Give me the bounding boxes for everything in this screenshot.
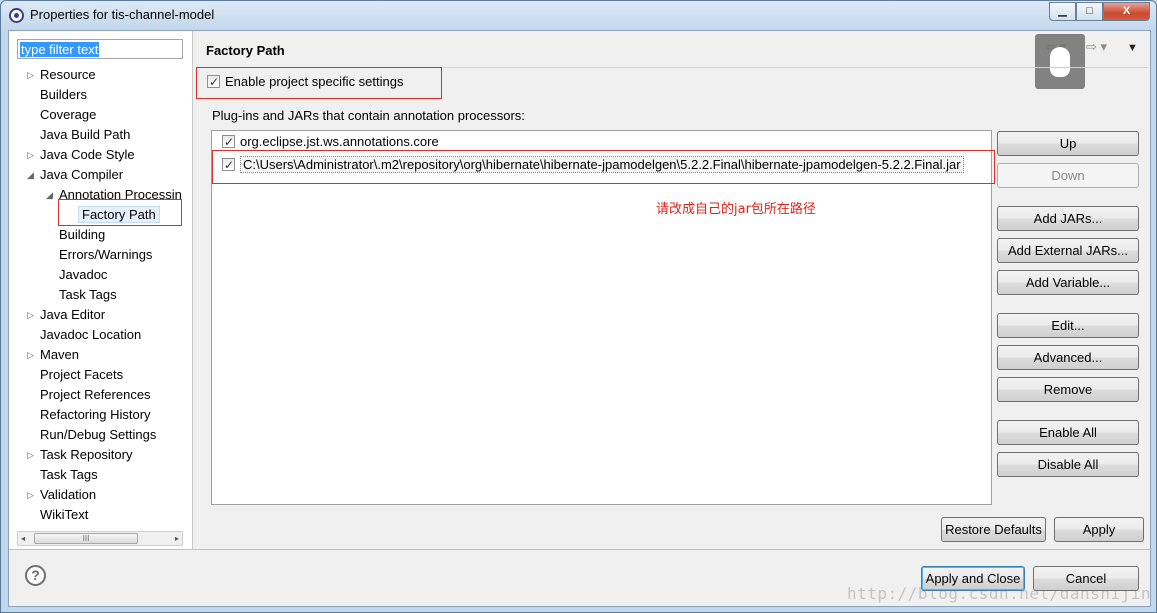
- enable-project-settings-label: Enable project specific settings: [225, 74, 404, 89]
- page-title: Factory Path: [206, 43, 285, 58]
- cancel-button[interactable]: Cancel: [1033, 566, 1139, 591]
- collapse-arrow-icon[interactable]: ◢: [27, 165, 34, 185]
- tree-item-label: Java Build Path: [40, 127, 131, 142]
- tree-item-label: Validation: [40, 487, 97, 502]
- tree-item[interactable]: Task Repository: [40, 445, 132, 465]
- plugins-label: Plug-ins and JARs that contain annotatio…: [212, 108, 525, 123]
- down-button[interactable]: Down: [997, 163, 1139, 188]
- enable-all-button[interactable]: Enable All: [997, 420, 1139, 445]
- tree-item-label: Java Code Style: [40, 147, 135, 162]
- minimize-button[interactable]: ▁: [1049, 2, 1076, 21]
- jar-list[interactable]: org.eclipse.jst.ws.annotations.core C:\U…: [211, 130, 995, 505]
- tree-item-label: Task Tags: [40, 467, 98, 482]
- scroll-right-icon[interactable]: ▸: [175, 532, 179, 545]
- tree-item-label: Coverage: [40, 107, 97, 122]
- jar-path: org.eclipse.jst.ws.annotations.core: [240, 134, 439, 149]
- bottom-divider: [9, 549, 1152, 550]
- tree-item-label: Project References: [40, 387, 151, 402]
- add-variable-button[interactable]: Add Variable...: [997, 270, 1139, 295]
- title-bar[interactable]: Properties for tis-channel-model ▁ □ X: [1, 1, 1156, 29]
- horizontal-scrollbar[interactable]: ◂ III ▸: [17, 531, 183, 546]
- advanced-button[interactable]: Advanced...: [997, 345, 1139, 370]
- collapse-arrow-icon[interactable]: ◢: [46, 185, 53, 205]
- tree-item-label: Builders: [40, 87, 87, 102]
- tree-item[interactable]: Task Tags: [59, 285, 117, 305]
- add-external-jars-button[interactable]: Add External JARs...: [997, 238, 1139, 263]
- checkbox-checked-icon[interactable]: [222, 132, 235, 152]
- expand-arrow-icon[interactable]: ▷: [27, 485, 34, 505]
- forward-arrow-icon[interactable]: ⇨ ▾: [1086, 39, 1107, 55]
- jar-path-highlight: [212, 150, 995, 184]
- up-button[interactable]: Up: [997, 131, 1139, 156]
- disable-all-button[interactable]: Disable All: [997, 452, 1139, 477]
- help-icon[interactable]: ?: [25, 565, 46, 586]
- tree-item-label: Resource: [40, 67, 96, 82]
- apply-and-close-button[interactable]: Apply and Close: [921, 566, 1025, 591]
- preference-tree-panel: type filter text ▷ Resource Builders Covera…: [9, 31, 193, 549]
- tree-item-label: Building: [59, 227, 106, 242]
- jar-list-item[interactable]: org.eclipse.jst.ws.annotations.core: [222, 132, 439, 152]
- view-menu-icon[interactable]: ▼: [1127, 42, 1138, 54]
- add-jars-button[interactable]: Add JARs...: [997, 206, 1139, 231]
- tree-item[interactable]: Task Tags: [40, 465, 98, 485]
- tree-item[interactable]: Project Facets: [40, 365, 123, 385]
- restore-defaults-button[interactable]: Restore Defaults: [941, 517, 1046, 542]
- tree-item-label: Errors/Warnings: [59, 247, 153, 262]
- expand-arrow-icon[interactable]: ▷: [27, 345, 34, 365]
- close-button[interactable]: X: [1103, 2, 1150, 21]
- tree-item-label: Run/Debug Settings: [40, 427, 157, 442]
- tree-item[interactable]: Resource: [40, 65, 96, 85]
- tree-item-label: Maven: [40, 347, 80, 362]
- tree-item[interactable]: Refactoring History: [40, 405, 151, 425]
- tree-item-label: Project Facets: [40, 367, 124, 382]
- tree-item[interactable]: Run/Debug Settings: [40, 425, 156, 445]
- checkbox-checked-icon[interactable]: [207, 72, 220, 92]
- enable-project-settings-checkbox[interactable]: Enable project specific settings: [207, 72, 403, 92]
- tree-item[interactable]: Javadoc: [59, 265, 107, 285]
- eclipse-icon: [9, 8, 24, 23]
- tree-item[interactable]: Java Editor: [40, 305, 105, 325]
- expand-arrow-icon[interactable]: ▷: [27, 305, 34, 325]
- expand-arrow-icon[interactable]: ▷: [27, 445, 34, 465]
- apply-button[interactable]: Apply: [1054, 517, 1144, 542]
- tree-item-label: Javadoc Location: [40, 327, 142, 342]
- window-title: Properties for tis-channel-model: [30, 7, 215, 22]
- tree-item[interactable]: Java Code Style: [40, 145, 135, 165]
- tree-item[interactable]: Javadoc Location: [40, 325, 141, 345]
- tree-item-label: Java Editor: [40, 307, 106, 322]
- filter-text: type filter text: [20, 42, 100, 57]
- tree-item[interactable]: Errors/Warnings: [59, 245, 152, 265]
- tree-item-label: Task Tags: [59, 287, 117, 302]
- tree-item-label: Java Compiler: [40, 167, 124, 182]
- annotation-text: 请改成自己的jar包所在路径: [656, 202, 816, 217]
- properties-window: Properties for tis-channel-model ▁ □ X t…: [0, 0, 1157, 613]
- factory-path-highlight: [58, 199, 182, 226]
- tree-item[interactable]: Maven: [40, 345, 79, 365]
- tree-item[interactable]: Java Build Path: [40, 125, 130, 145]
- tree-item[interactable]: WikiText: [40, 505, 88, 525]
- scroll-thumb[interactable]: III: [34, 533, 138, 544]
- scroll-left-icon[interactable]: ◂: [21, 532, 25, 545]
- tree-item[interactable]: Building: [59, 225, 105, 245]
- tree-item[interactable]: Validation: [40, 485, 96, 505]
- tree-item[interactable]: Project References: [40, 385, 151, 405]
- tree-item-label: Refactoring History: [40, 407, 151, 422]
- tree-item[interactable]: Builders: [40, 85, 87, 105]
- remove-button[interactable]: Remove: [997, 377, 1139, 402]
- expand-arrow-icon[interactable]: ▷: [27, 65, 34, 85]
- edit-button[interactable]: Edit...: [997, 313, 1139, 338]
- tree-item-label: Javadoc: [59, 267, 108, 282]
- tree-item-label: Task Repository: [40, 447, 133, 462]
- tree-item[interactable]: Java Compiler: [40, 165, 123, 185]
- filter-input[interactable]: type filter text: [17, 39, 183, 59]
- maximize-button[interactable]: □: [1076, 2, 1103, 21]
- mouse-icon: [1035, 34, 1085, 89]
- dialog-body: type filter text ▷ Resource Builders Covera…: [8, 30, 1152, 607]
- tree-item-label: WikiText: [40, 507, 89, 522]
- tree-item[interactable]: Coverage: [40, 105, 96, 125]
- expand-arrow-icon[interactable]: ▷: [27, 145, 34, 165]
